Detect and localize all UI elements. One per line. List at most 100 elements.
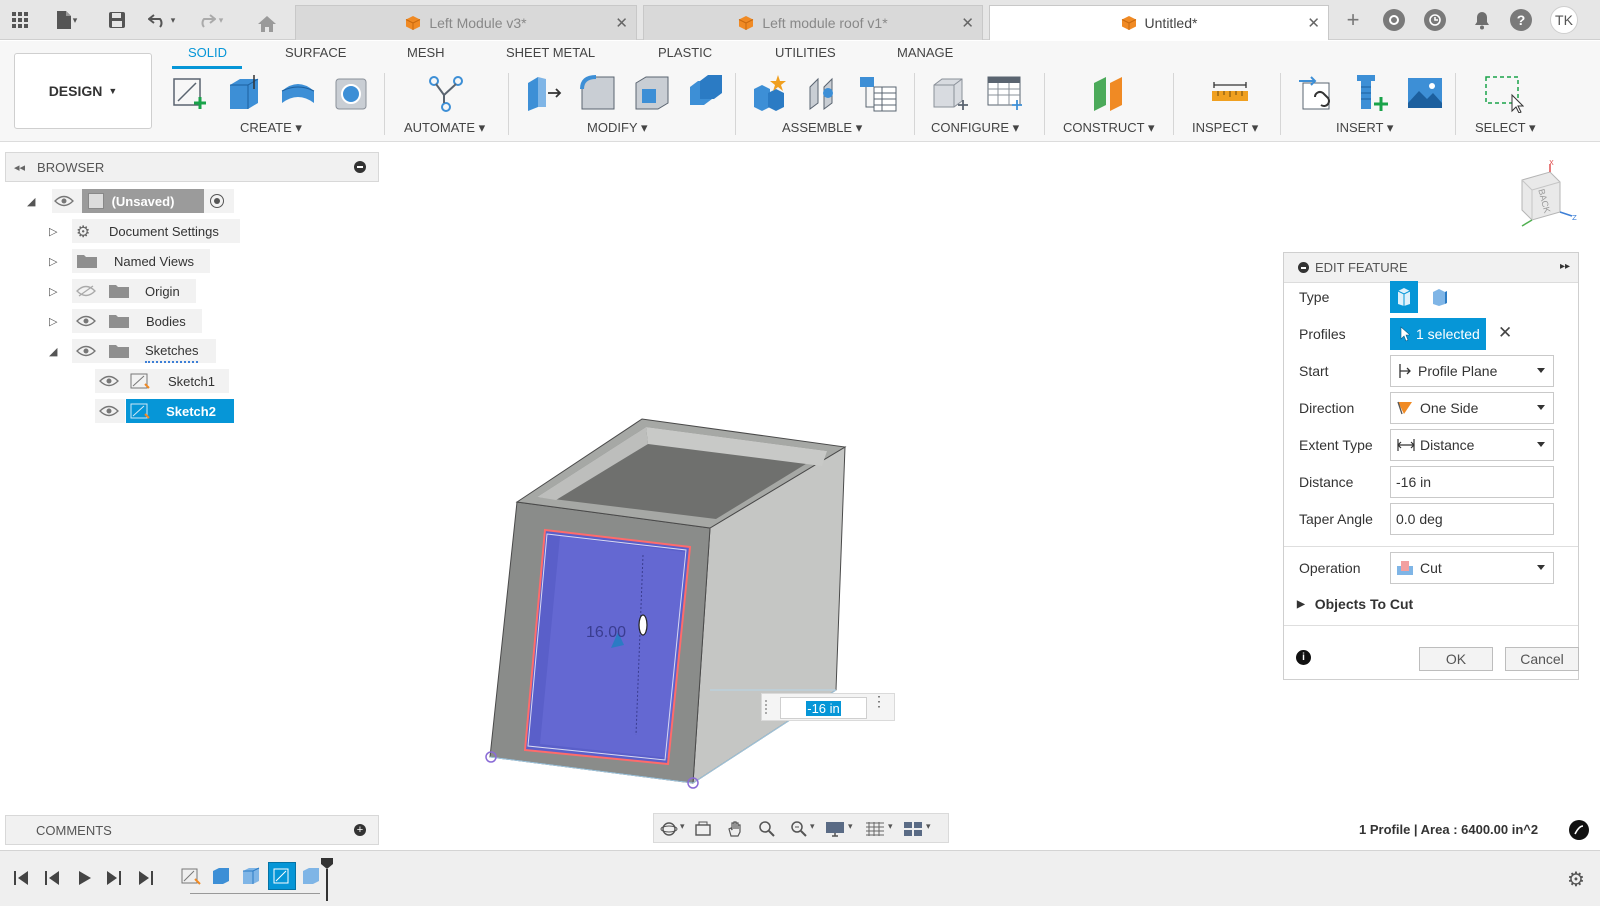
look-at-icon[interactable] xyxy=(694,820,712,838)
help-icon[interactable]: ? xyxy=(1510,9,1532,31)
drag-handle-icon[interactable] xyxy=(765,700,769,714)
close-tab-icon[interactable]: ✕ xyxy=(961,14,974,32)
visibility-eye-icon[interactable] xyxy=(99,405,119,417)
tab-utilities[interactable]: UTILITIES xyxy=(775,45,836,60)
timeline-step-forward-icon[interactable] xyxy=(104,869,124,887)
close-tab-icon[interactable]: ✕ xyxy=(615,14,628,32)
tree-item-bodies[interactable]: Bodies xyxy=(146,309,186,333)
home-icon[interactable] xyxy=(255,12,279,36)
pan-hand-icon[interactable] xyxy=(726,820,744,838)
hole-icon[interactable] xyxy=(332,73,372,113)
bill-of-materials-icon[interactable] xyxy=(858,73,898,113)
save-icon[interactable] xyxy=(105,8,129,32)
tab-plastic[interactable]: PLASTIC xyxy=(658,45,712,60)
taper-angle-input[interactable]: 0.0 deg xyxy=(1390,503,1554,535)
select-group-label[interactable]: SELECT ▾ xyxy=(1475,120,1535,136)
configuration-table-icon[interactable] xyxy=(984,73,1024,113)
cancel-button[interactable]: Cancel xyxy=(1505,647,1579,671)
add-comment-icon[interactable]: + xyxy=(354,824,366,836)
tree-item-origin[interactable]: Origin xyxy=(145,279,180,303)
tree-item-named-views[interactable]: Named Views xyxy=(114,249,194,273)
visibility-eye-icon[interactable] xyxy=(99,375,119,387)
timeline-extrude-feature-icon[interactable] xyxy=(210,865,232,887)
construct-group-label[interactable]: CONSTRUCT ▾ xyxy=(1063,120,1155,136)
type-thin-button[interactable] xyxy=(1426,281,1454,313)
timeline-sketch-feature-icon[interactable] xyxy=(180,865,202,887)
timeline-end-icon[interactable] xyxy=(136,869,156,887)
insert-derive-icon[interactable] xyxy=(1297,73,1337,113)
modify-group-label[interactable]: MODIFY ▾ xyxy=(587,120,647,136)
expand-root-icon[interactable]: ◢ xyxy=(27,195,35,208)
tree-item-sketch2[interactable]: Sketch2 xyxy=(126,399,234,423)
combine-icon[interactable] xyxy=(686,73,726,113)
expand-panel-icon[interactable]: ▸▸ xyxy=(1560,261,1570,272)
fillet-icon[interactable] xyxy=(578,73,618,113)
offset-plane-icon[interactable] xyxy=(1090,73,1130,113)
tab-left-module-v3[interactable]: Left Module v3* ✕ xyxy=(295,5,637,40)
visibility-eye-icon[interactable] xyxy=(76,315,96,327)
type-solid-button[interactable] xyxy=(1390,281,1418,313)
insert-group-label[interactable]: INSERT ▾ xyxy=(1336,120,1393,136)
redo-chevron-icon[interactable]: ▾ xyxy=(215,8,227,32)
chevron-down-icon[interactable]: ▾ xyxy=(888,821,893,832)
extensions-icon[interactable] xyxy=(1383,9,1405,31)
tree-item-document-settings[interactable]: Document Settings xyxy=(109,219,219,243)
extrude-icon[interactable] xyxy=(224,73,264,113)
more-options-icon[interactable]: ⋮ xyxy=(872,694,886,708)
timeline-extrude-feature-icon[interactable] xyxy=(300,865,322,887)
new-tab-plus-icon[interactable]: + xyxy=(1341,7,1365,32)
user-avatar[interactable]: TK xyxy=(1550,6,1578,34)
expand-icon[interactable]: ▷ xyxy=(49,225,57,238)
info-icon[interactable]: i xyxy=(1296,650,1311,665)
tree-item-sketch1[interactable]: Sketch1 xyxy=(168,369,215,393)
insert-mcmaster-icon[interactable] xyxy=(1351,73,1391,113)
profiles-selection-button[interactable]: 1 selected xyxy=(1390,318,1486,350)
distance-input[interactable]: -16 in xyxy=(1390,466,1554,498)
chevron-down-icon[interactable]: ▾ xyxy=(926,821,931,832)
joint-icon[interactable] xyxy=(804,73,844,113)
chevron-down-icon[interactable]: ▾ xyxy=(848,821,853,832)
model-canvas[interactable] xyxy=(470,405,910,790)
ok-button[interactable]: OK xyxy=(1419,647,1493,671)
timeline-selected-sketch-feature[interactable] xyxy=(268,862,296,890)
extent-type-dropdown[interactable]: Distance xyxy=(1390,429,1554,461)
zoom-window-icon[interactable] xyxy=(790,820,808,838)
expand-icon[interactable]: ▷ xyxy=(49,285,57,298)
chevron-down-icon[interactable]: ▾ xyxy=(810,821,815,832)
app-grid-icon[interactable] xyxy=(8,8,32,32)
press-pull-icon[interactable] xyxy=(524,73,564,113)
timeline-step-back-icon[interactable] xyxy=(42,869,62,887)
zoom-icon[interactable] xyxy=(758,820,776,838)
workspace-switcher-button[interactable]: DESIGN ▼ xyxy=(14,53,152,129)
visibility-eye-icon[interactable] xyxy=(76,345,96,357)
chevron-down-icon[interactable]: ▾ xyxy=(680,821,685,832)
tab-untitled[interactable]: Untitled* ✕ xyxy=(989,5,1329,40)
tab-surface[interactable]: SURFACE xyxy=(285,45,346,60)
objects-to-cut-section[interactable]: ▶ Objects To Cut xyxy=(1297,596,1413,612)
grid-settings-icon[interactable] xyxy=(864,820,886,838)
expand-icon[interactable]: ▷ xyxy=(49,255,57,268)
clear-selection-icon[interactable]: ✕ xyxy=(1498,323,1512,343)
start-dropdown[interactable]: Profile Plane xyxy=(1390,355,1554,387)
collapse-icon[interactable]: ◢ xyxy=(49,345,57,358)
configure-group-label[interactable]: CONFIGURE ▾ xyxy=(931,120,1019,136)
file-menu-chevron-icon[interactable]: ▾ xyxy=(70,8,80,32)
tab-solid[interactable]: SOLID xyxy=(188,45,227,60)
orbit-icon[interactable] xyxy=(660,820,678,838)
timeline-start-icon[interactable] xyxy=(12,869,32,887)
create-group-label[interactable]: CREATE ▾ xyxy=(240,120,302,136)
timeline-settings-gear-icon[interactable]: ⚙ xyxy=(1567,867,1585,892)
tree-item-sketches[interactable]: Sketches xyxy=(145,339,199,363)
inspect-group-label[interactable]: INSPECT ▾ xyxy=(1192,120,1258,136)
configure-component-icon[interactable] xyxy=(930,73,970,113)
insert-canvas-icon[interactable] xyxy=(1405,73,1445,113)
tree-root-unsaved[interactable]: (Unsaved) xyxy=(82,189,204,213)
tab-sheet-metal[interactable]: SHEET METAL xyxy=(506,45,595,60)
select-box-icon[interactable] xyxy=(1484,73,1524,113)
new-component-icon[interactable] xyxy=(750,73,790,113)
revolve-icon[interactable] xyxy=(278,73,318,113)
activate-radio-icon[interactable] xyxy=(210,194,224,208)
display-settings-icon[interactable] xyxy=(824,820,846,838)
job-status-icon[interactable] xyxy=(1424,9,1446,31)
automate-icon[interactable] xyxy=(426,73,466,113)
